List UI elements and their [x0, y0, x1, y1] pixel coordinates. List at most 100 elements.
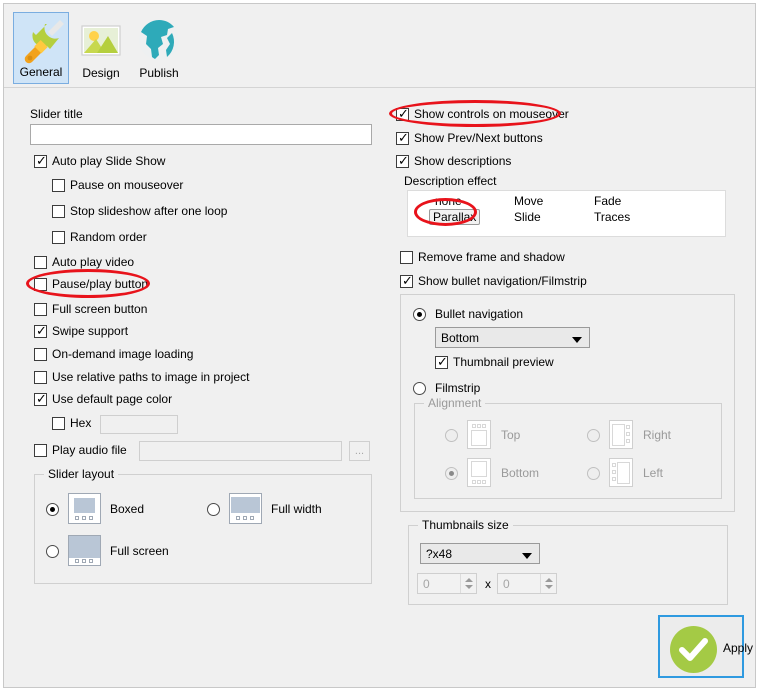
checkbox-on-demand-loading[interactable]: [34, 348, 47, 361]
apply-button[interactable]: Apply: [658, 615, 753, 678]
slider-title-input[interactable]: [30, 124, 372, 145]
effect-item-slide[interactable]: Slide: [514, 210, 541, 224]
effect-item-traces[interactable]: Traces: [594, 210, 630, 224]
label-show-descriptions: Show descriptions: [414, 154, 512, 168]
browse-audio-button[interactable]: ...: [349, 441, 370, 461]
checkbox-stop-after-one-loop[interactable]: [52, 205, 65, 218]
checkbox-show-descriptions[interactable]: ✓: [396, 154, 409, 168]
label-description-effect: Description effect: [404, 174, 497, 188]
checkbox-show-bullet-nav-filmstrip[interactable]: ✓: [400, 274, 413, 288]
checkbox-relative-paths[interactable]: [34, 371, 47, 384]
thumb-width-value: 0: [423, 577, 430, 591]
label-relative-paths: Use relative paths to image in project: [52, 370, 250, 384]
radio-align-bottom[interactable]: [445, 467, 458, 480]
label-show-controls-on-mouseover: Show controls on mouseover: [414, 107, 569, 121]
label-swipe-support: Swipe support: [52, 324, 129, 338]
tab-strip: General Design Publish: [4, 4, 755, 88]
label-full-screen-button: Full screen button: [52, 302, 148, 316]
tab-publish[interactable]: Publish: [131, 12, 187, 84]
label-on-demand-loading: On-demand image loading: [52, 347, 194, 361]
checkbox-show-prev-next[interactable]: ✓: [396, 131, 409, 145]
label-remove-frame-and-shadow: Remove frame and shadow: [418, 250, 565, 264]
chevron-down-icon-2: [522, 553, 532, 559]
label-show-bullet-nav-filmstrip: Show bullet navigation/Filmstrip: [418, 274, 587, 288]
thumb-height-stepper[interactable]: 0: [497, 573, 557, 594]
label-filmstrip: Filmstrip: [435, 381, 481, 395]
label-hex: Hex: [70, 416, 92, 430]
thumbnails-size-dropdown[interactable]: ?x48: [420, 543, 540, 564]
effect-item-none[interactable]: none: [435, 194, 462, 208]
checkbox-auto-play-slide-show[interactable]: ✓: [34, 154, 47, 168]
audio-path-input[interactable]: [139, 441, 342, 461]
thumbnails-size-value: ?x48: [426, 547, 453, 561]
align-left-thumb: [609, 458, 633, 487]
radio-filmstrip[interactable]: [413, 382, 426, 395]
tab-general-label: General: [19, 65, 63, 79]
thumbnails-size-group: Thumbnails size ?x48 0 x 0: [408, 518, 728, 605]
navigation-panel: Bullet navigation Bottom ✓ Thumbnail pre…: [400, 294, 735, 512]
align-right-thumb: [609, 420, 633, 449]
thumb-height-spin-buttons[interactable]: [540, 574, 556, 593]
checkbox-full-screen-button[interactable]: [34, 303, 47, 316]
label-default-page-color: Use default page color: [52, 392, 173, 406]
effect-item-parallax[interactable]: Parallax: [429, 209, 481, 225]
checkbox-hex[interactable]: [52, 417, 65, 430]
tab-design[interactable]: Design: [73, 12, 129, 84]
tab-general[interactable]: General: [13, 12, 69, 84]
chevron-down-icon-4[interactable]: [545, 585, 553, 589]
checkbox-thumbnail-preview[interactable]: ✓: [435, 355, 448, 369]
label-show-prev-next: Show Prev/Next buttons: [414, 131, 543, 145]
thumb-width-spin-buttons[interactable]: [460, 574, 476, 593]
radio-layout-boxed[interactable]: [46, 503, 59, 516]
radio-layout-full-width[interactable]: [207, 503, 220, 516]
effect-item-fade[interactable]: Fade: [594, 194, 621, 208]
label-pause-play-button: Pause/play button: [52, 277, 149, 291]
label-align-bottom: Bottom: [501, 466, 540, 480]
check-icon: [679, 638, 708, 661]
label-play-audio-file: Play audio file: [52, 443, 127, 457]
description-effect-list[interactable]: none Parallax Move Slide Fade Traces: [407, 190, 726, 237]
label-auto-play-slide-show: Auto play Slide Show: [52, 154, 166, 168]
checkbox-default-page-color[interactable]: ✓: [34, 392, 47, 406]
label-pause-on-mouseover: Pause on mouseover: [70, 178, 184, 192]
layout-full-screen-thumb: [68, 535, 101, 566]
layout-full-width-thumb: [229, 493, 262, 524]
effect-item-move[interactable]: Move: [514, 194, 543, 208]
label-stop-after-one-loop: Stop slideshow after one loop: [70, 204, 228, 218]
chevron-up-icon[interactable]: [465, 578, 473, 582]
label-random-order: Random order: [70, 230, 147, 244]
settings-window: General Design Publish Slider title ✓ Au…: [3, 3, 756, 688]
tools-icon: [24, 20, 64, 64]
radio-align-left[interactable]: [587, 467, 600, 480]
checkbox-pause-play-button[interactable]: [34, 278, 47, 291]
radio-layout-full-screen[interactable]: [46, 545, 59, 558]
chevron-up-icon-2[interactable]: [545, 578, 553, 582]
tab-publish-label: Publish: [139, 66, 179, 80]
checkbox-play-audio-file[interactable]: [34, 444, 47, 457]
alignment-title: Alignment: [424, 396, 486, 410]
slider-title-label: Slider title: [30, 107, 83, 121]
thumb-size-separator: x: [485, 577, 491, 591]
thumb-height-value: 0: [503, 577, 510, 591]
chevron-down-icon-3[interactable]: [465, 585, 473, 589]
radio-bullet-navigation[interactable]: [413, 308, 426, 321]
hex-input[interactable]: [100, 415, 178, 434]
label-layout-boxed: Boxed: [110, 502, 145, 516]
checkbox-swipe-support[interactable]: ✓: [34, 324, 47, 338]
checkbox-auto-play-video[interactable]: [34, 256, 47, 269]
radio-align-top[interactable]: [445, 429, 458, 442]
bullet-position-dropdown[interactable]: Bottom: [435, 327, 590, 348]
thumb-width-stepper[interactable]: 0: [417, 573, 477, 594]
apply-label: Apply: [723, 641, 754, 655]
layout-boxed-thumb: [68, 493, 101, 524]
label-layout-full-width: Full width: [271, 502, 322, 516]
thumbnails-size-title: Thumbnails size: [418, 518, 513, 532]
tab-design-label: Design: [82, 66, 120, 80]
radio-align-right[interactable]: [587, 429, 600, 442]
checkbox-remove-frame-and-shadow[interactable]: [400, 251, 413, 264]
checkbox-pause-on-mouseover[interactable]: [52, 179, 65, 192]
label-auto-play-video: Auto play video: [52, 255, 135, 269]
checkbox-random-order[interactable]: [52, 231, 65, 244]
checkbox-show-controls-on-mouseover[interactable]: ✓: [396, 107, 409, 121]
label-layout-full-screen: Full screen: [110, 544, 169, 558]
